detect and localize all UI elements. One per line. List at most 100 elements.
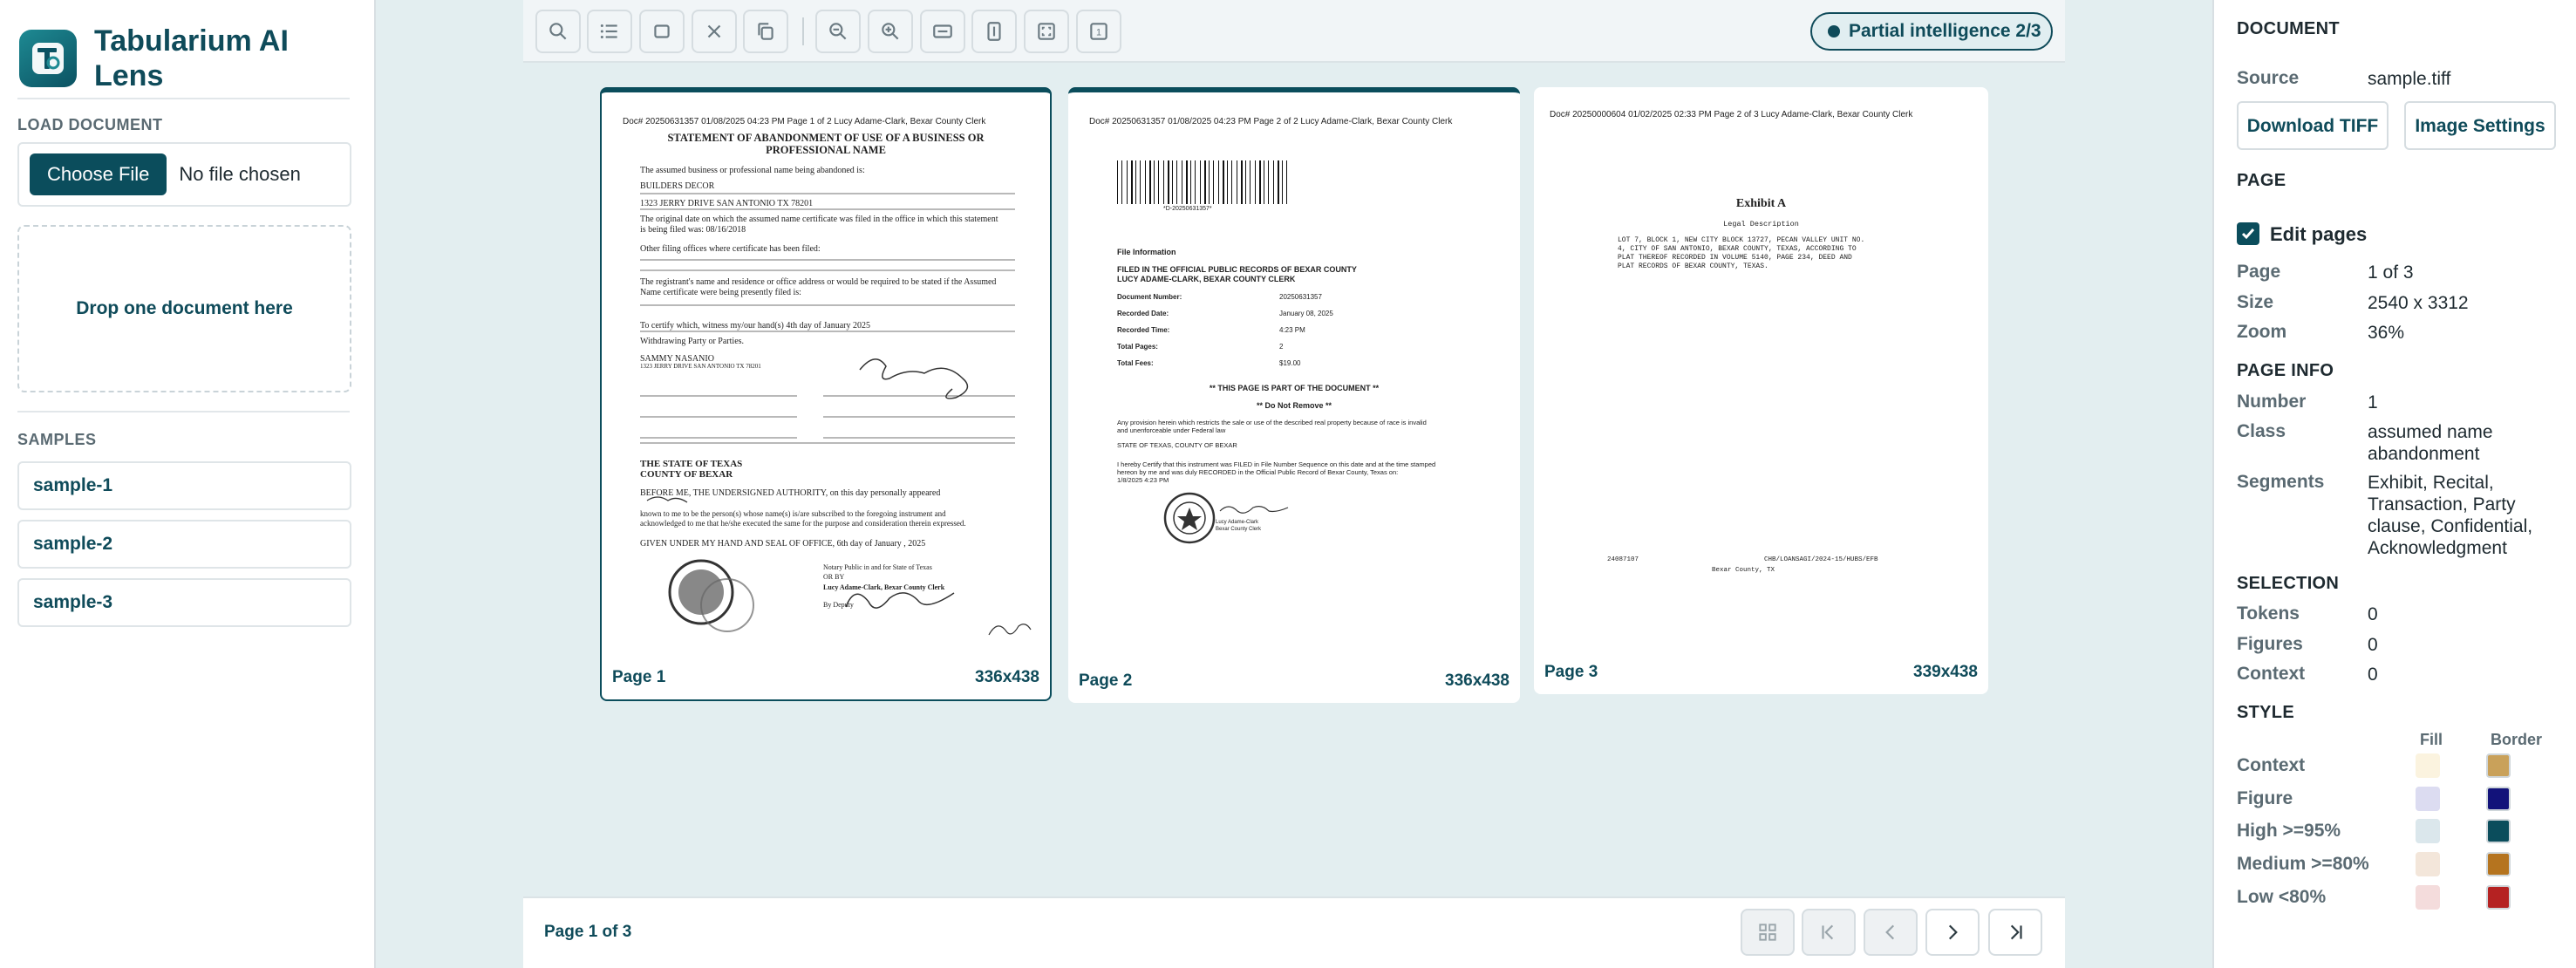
actual-size-button[interactable]: 1: [1076, 10, 1121, 53]
segments-value: Exhibit, Recital, Transaction, Party cla…: [2368, 473, 2533, 558]
page-info-heading: PAGE INFO: [2237, 361, 2334, 380]
square-icon: [654, 24, 670, 38]
fill-color-swatch[interactable]: [2416, 885, 2440, 910]
last-page-button[interactable]: [1988, 909, 2042, 956]
context-value: 0: [2368, 665, 2378, 685]
file-input[interactable]: Choose File No file chosen: [17, 142, 351, 207]
style-heading: STYLE: [2237, 703, 2294, 722]
border-color-swatch[interactable]: [2486, 885, 2511, 910]
fill-column-header: Fill: [2420, 731, 2443, 748]
figures-label: Figures: [2237, 634, 2303, 654]
doc-line: 24087107: [1607, 556, 1639, 563]
page-thumbnail-1[interactable]: Doc# 20250631357 01/08/2025 04:23 PM Pag…: [600, 87, 1052, 701]
page-1-drawing: [640, 193, 1032, 636]
drop-zone-label: Drop one document here: [76, 298, 293, 318]
notary-seal-icon: [668, 559, 754, 632]
page-size: 336x438: [1445, 671, 1509, 690]
next-page-button[interactable]: [1925, 909, 1980, 956]
page-label: Page: [2237, 262, 2281, 282]
tokens-label: Tokens: [2237, 603, 2300, 624]
fill-color-swatch[interactable]: [2416, 819, 2440, 843]
page-thumbnail-2[interactable]: Doc# 20250631357 01/08/2025 04:23 PM Pag…: [1068, 87, 1520, 703]
style-row-label: Figure: [2237, 788, 2293, 808]
grid-view-button[interactable]: [1741, 909, 1795, 956]
number-value: 1: [2368, 392, 2378, 412]
chevron-right-icon: [1948, 924, 1958, 940]
page-indicator: Page 1 of 3: [544, 923, 632, 941]
fill-color-swatch[interactable]: [2416, 753, 2440, 778]
fit-height-icon: [987, 22, 1001, 41]
page-label: Page 1: [612, 668, 666, 686]
doc-line: LOT 7, BLOCK 1, NEW CITY BLOCK 13727, PE…: [1618, 236, 1865, 244]
county-seal-icon: [1163, 492, 1216, 544]
fit-height-button[interactable]: [971, 10, 1017, 53]
tokens-value: 0: [2368, 604, 2378, 624]
chevron-left-icon: [1885, 924, 1895, 940]
choose-file-button[interactable]: Choose File: [30, 153, 167, 195]
doc-line: Bexar County, TX: [1712, 567, 1775, 574]
style-row-label: Medium >=80%: [2237, 854, 2369, 874]
sample-item-3[interactable]: sample-3: [17, 578, 351, 627]
first-page-button[interactable]: [1802, 909, 1856, 956]
edit-pages-checkbox[interactable]: [2237, 222, 2259, 245]
previous-page-button[interactable]: [1864, 909, 1918, 956]
left-sidebar: Tabularium AI Lens LOAD DOCUMENT Choose …: [0, 0, 376, 968]
download-tiff-button[interactable]: Download TIFF: [2237, 101, 2389, 150]
document-heading: DOCUMENT: [2237, 19, 2340, 38]
clear-button[interactable]: [692, 10, 737, 53]
app-logo-icon: [19, 30, 77, 87]
divider: [17, 98, 350, 99]
context-label: Context: [2237, 664, 2306, 684]
zoom-in-button[interactable]: [868, 10, 913, 53]
class-value: assumed name abandonment: [2368, 422, 2493, 464]
drop-zone[interactable]: Drop one document here: [17, 225, 351, 392]
page-value: 1 of 3: [2368, 262, 2414, 283]
grid-icon: [1759, 924, 1776, 941]
image-settings-button[interactable]: Image Settings: [2404, 101, 2556, 150]
number-label: Number: [2237, 392, 2307, 412]
doc-line: 4, CITY OF SAN ANTONIO, BEXAR COUNTY, TE…: [1618, 245, 1857, 253]
last-page-icon: [2010, 924, 2022, 940]
fit-width-button[interactable]: [920, 10, 965, 53]
search-button[interactable]: [535, 10, 581, 53]
list-button[interactable]: [587, 10, 632, 53]
zoom-out-button[interactable]: [815, 10, 861, 53]
document-viewer: 1 Partial intelligence 2/3 Doc# 20250631…: [523, 0, 2065, 968]
doc-line: PLAT RECORDS OF BEXAR COUNTY, TEXAS.: [1618, 262, 1768, 270]
selection-heading: SELECTION: [2237, 574, 2340, 593]
style-row-label: Low <80%: [2237, 887, 2327, 907]
zoom-in-icon: [882, 23, 899, 40]
border-color-swatch[interactable]: [2486, 753, 2511, 778]
status-dot-icon: [1828, 25, 1840, 37]
size-value: 2540 x 3312: [2368, 293, 2469, 313]
list-icon: [600, 24, 617, 39]
style-row-label: Context: [2237, 755, 2306, 775]
copy-icon: [758, 23, 773, 40]
border-color-swatch[interactable]: [2486, 787, 2511, 811]
source-value: sample.tiff: [2368, 69, 2451, 89]
page-label: Page 3: [1544, 663, 1598, 681]
viewer-toolbar: 1 Partial intelligence 2/3: [523, 0, 2065, 63]
toolbar-separator: [802, 17, 804, 45]
intelligence-status-badge[interactable]: Partial intelligence 2/3: [1810, 12, 2053, 51]
doc-line: Legal Description: [1723, 220, 1799, 228]
checkmark-icon: [2241, 228, 2255, 240]
page-2-drawing: [1163, 492, 1289, 544]
page-size: 336x438: [975, 668, 1039, 686]
zoom-label: Zoom: [2237, 322, 2287, 342]
select-box-button[interactable]: [639, 10, 685, 53]
copy-button[interactable]: [743, 10, 788, 53]
edit-pages-label[interactable]: Edit pages: [2270, 223, 2367, 246]
sample-item-1[interactable]: sample-1: [17, 461, 351, 510]
page-thumbnail-3[interactable]: Doc# 20250000604 01/02/2025 02:33 PM Pag…: [1534, 87, 1988, 694]
fill-color-swatch[interactable]: [2416, 852, 2440, 876]
properties-panel: DOCUMENT Source sample.tiff Download TIF…: [2212, 0, 2576, 968]
sample-item-2[interactable]: sample-2: [17, 520, 351, 569]
fit-page-button[interactable]: [1024, 10, 1069, 53]
svg-text:1: 1: [1096, 27, 1101, 37]
fill-color-swatch[interactable]: [2416, 787, 2440, 811]
border-color-swatch[interactable]: [2486, 852, 2511, 876]
load-document-label: LOAD DOCUMENT: [17, 116, 163, 133]
page-label: Page 2: [1079, 671, 1133, 690]
border-color-swatch[interactable]: [2486, 819, 2511, 843]
